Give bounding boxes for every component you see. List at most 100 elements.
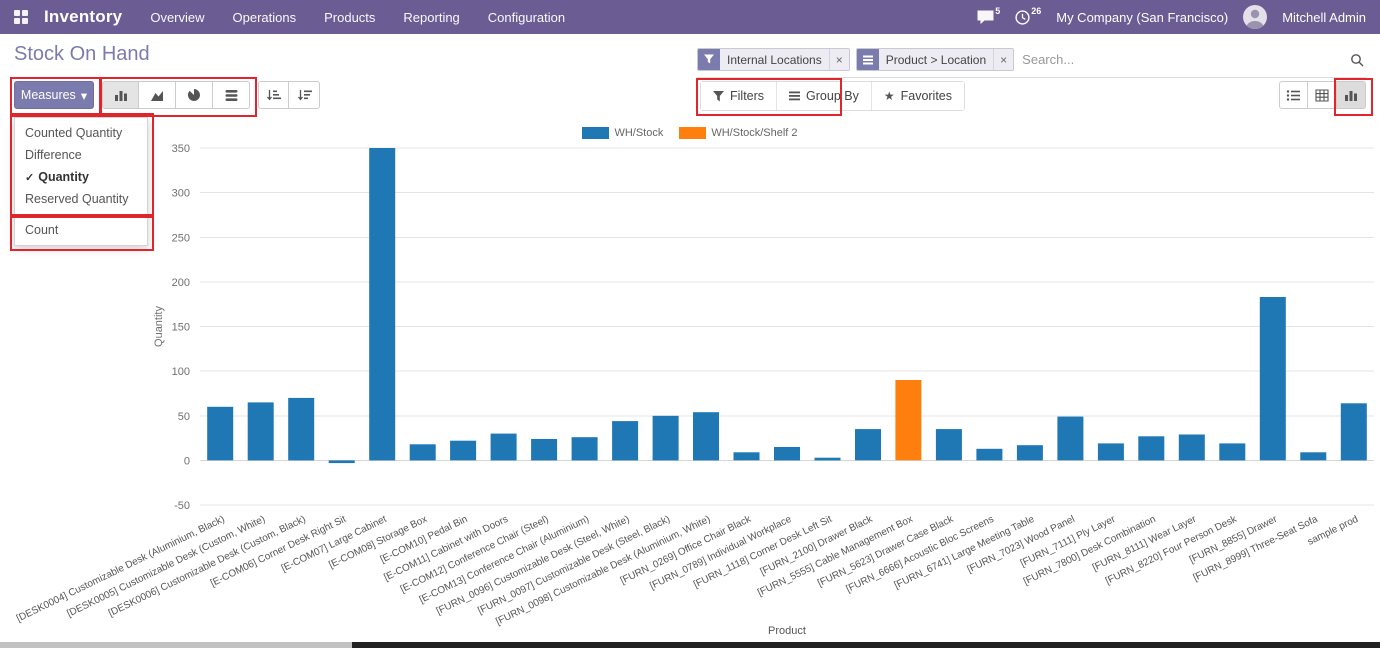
filters-button[interactable]: Filters bbox=[701, 82, 777, 110]
bar-e-com07-large-cabinet[interactable] bbox=[369, 148, 395, 460]
top-navbar: Inventory Overview Operations Products Repo… bbox=[0, 0, 1380, 34]
caret-down-icon: ▾ bbox=[81, 88, 87, 103]
svg-text:-50: -50 bbox=[174, 500, 190, 512]
graph-view-button[interactable] bbox=[1337, 81, 1366, 109]
bar-furn-5623-drawer-case-black[interactable] bbox=[936, 429, 962, 460]
page-title: Stock On Hand bbox=[14, 43, 150, 66]
legend-item-wh-stock-shelf-2[interactable]: WH/Stock/Shelf 2 bbox=[679, 127, 797, 139]
apps-menu-icon[interactable] bbox=[14, 10, 28, 24]
menu-item-overview[interactable]: Overview bbox=[150, 10, 204, 25]
bar-furn-0096-customizable-desk-steel-white[interactable] bbox=[612, 421, 638, 460]
measure-option-reserved-quantity[interactable]: Reserved Quantity bbox=[15, 188, 147, 210]
systray: 5 26 My Company (San Francisco) Mitchell… bbox=[977, 5, 1366, 29]
area-chart-icon bbox=[150, 89, 165, 102]
star-icon: ★ bbox=[884, 90, 895, 102]
group-by-icon bbox=[857, 49, 879, 70]
search-input[interactable] bbox=[1020, 51, 1342, 68]
stacked-toggle-button[interactable] bbox=[213, 81, 250, 109]
app-title[interactable]: Inventory bbox=[44, 7, 122, 27]
bar-e-com11-cabinet-with-doors[interactable] bbox=[491, 434, 517, 461]
bar-desk0004-customizable-desk-aluminium-black[interactable] bbox=[207, 407, 233, 461]
facet-remove-icon[interactable]: × bbox=[993, 49, 1013, 70]
scrollbar-thumb[interactable] bbox=[352, 642, 1380, 648]
bar-furn-8111-wear-layer[interactable] bbox=[1179, 435, 1205, 461]
bar-furn-7111-ply-layer[interactable] bbox=[1098, 443, 1124, 460]
measure-option-counted-quantity[interactable]: Counted Quantity bbox=[15, 122, 147, 144]
bar-furn-8220-four-person-desk[interactable] bbox=[1219, 443, 1245, 460]
bar-furn-8855-drawer[interactable] bbox=[1260, 297, 1286, 460]
bar-furn-1118-corner-desk-left-sit[interactable] bbox=[815, 458, 841, 461]
svg-text:0: 0 bbox=[184, 455, 190, 467]
bar-e-com12-conference-chair-steel[interactable] bbox=[531, 439, 557, 460]
sort-desc-button[interactable] bbox=[289, 81, 320, 109]
bar-chart-type-button[interactable] bbox=[102, 81, 139, 109]
group-by-icon bbox=[789, 91, 800, 101]
measures-label: Measures bbox=[21, 88, 76, 102]
menu-item-operations[interactable]: Operations bbox=[233, 10, 297, 25]
stacked-bars-icon bbox=[225, 89, 238, 102]
company-switcher[interactable]: My Company (San Francisco) bbox=[1056, 10, 1228, 25]
svg-text:300: 300 bbox=[172, 188, 190, 200]
bar-furn-0097-customizable-desk-steel-black[interactable] bbox=[653, 416, 679, 461]
activities-icon[interactable]: 26 bbox=[1015, 10, 1041, 25]
chat-bubble-icon bbox=[977, 10, 994, 25]
messages-icon[interactable]: 5 bbox=[977, 10, 1000, 25]
bar-e-com06-corner-desk-right-sit[interactable] bbox=[329, 460, 355, 463]
bar-furn-6666-acoustic-bloc-screens[interactable] bbox=[976, 449, 1002, 461]
bar-desk0005-customizable-desk-custom-white[interactable] bbox=[248, 402, 274, 460]
legend-item-wh-stock[interactable]: WH/Stock bbox=[582, 127, 663, 139]
horizontal-scrollbar[interactable] bbox=[0, 642, 1380, 648]
filter-icon bbox=[698, 49, 720, 70]
bar-sample-prod[interactable] bbox=[1341, 403, 1367, 460]
bar-furn-0098-customizable-desk-aluminium-white[interactable] bbox=[693, 412, 719, 460]
bar-e-com08-storage-box[interactable] bbox=[410, 444, 436, 460]
bar-furn-6741-large-meeting-table[interactable] bbox=[1017, 445, 1043, 460]
bar-furn-0269-office-chair-black[interactable] bbox=[734, 452, 760, 460]
bar-furn-5555-cable-management-box[interactable] bbox=[895, 380, 921, 460]
bar-desk0006-customizable-desk-custom-black[interactable] bbox=[288, 398, 314, 461]
facet-value: Product > Location bbox=[879, 49, 993, 70]
facet-value: Internal Locations bbox=[720, 49, 829, 70]
svg-text:150: 150 bbox=[172, 322, 190, 334]
list-view-icon bbox=[1286, 89, 1301, 102]
measure-option-count[interactable]: Count bbox=[15, 219, 147, 241]
user-menu[interactable]: Mitchell Admin bbox=[1282, 10, 1366, 25]
measure-option-difference[interactable]: Difference bbox=[15, 144, 147, 166]
search-options: Filters Group By ★ Favorites bbox=[700, 81, 965, 111]
bar-furn-0789-individual-workplace[interactable] bbox=[774, 447, 800, 460]
line-chart-type-button[interactable] bbox=[139, 81, 176, 109]
bar-furn-7023-wood-panel[interactable] bbox=[1057, 417, 1083, 461]
bar-furn-7800-desk-combination[interactable] bbox=[1138, 436, 1164, 460]
svg-text:50: 50 bbox=[178, 411, 190, 423]
measures-button[interactable]: Measures ▾ bbox=[14, 81, 94, 109]
measure-option-quantity[interactable]: ✓Quantity bbox=[15, 166, 147, 188]
bar-e-com10-pedal-bin[interactable] bbox=[450, 441, 476, 461]
chart-type-switcher bbox=[102, 81, 250, 109]
bar-e-com13-conference-chair-aluminium[interactable] bbox=[572, 437, 598, 460]
pie-chart-type-button[interactable] bbox=[176, 81, 213, 109]
group-by-label: Group By bbox=[806, 89, 859, 103]
pivot-view-icon bbox=[1315, 89, 1329, 102]
check-icon: ✓ bbox=[25, 171, 34, 184]
avatar[interactable] bbox=[1243, 5, 1267, 29]
graph-toolbar: Measures ▾ bbox=[14, 81, 320, 109]
facet-remove-icon[interactable]: × bbox=[829, 49, 849, 70]
bar-furn-2100-drawer-black[interactable] bbox=[855, 429, 881, 460]
bar-chart-icon bbox=[114, 89, 128, 102]
menu-item-reporting[interactable]: Reporting bbox=[403, 10, 459, 25]
group-by-button[interactable]: Group By bbox=[777, 82, 872, 110]
list-view-button[interactable] bbox=[1279, 81, 1308, 109]
favorites-button[interactable]: ★ Favorites bbox=[872, 82, 964, 110]
menu-item-products[interactable]: Products bbox=[324, 10, 375, 25]
search-facets: Internal Locations×Product > Location× bbox=[697, 48, 1014, 71]
menu-item-configuration[interactable]: Configuration bbox=[488, 10, 565, 25]
svg-text:250: 250 bbox=[172, 232, 190, 244]
pivot-view-button[interactable] bbox=[1308, 81, 1337, 109]
search-icon[interactable] bbox=[1348, 53, 1366, 67]
search-bar: Internal Locations×Product > Location× bbox=[697, 48, 1366, 78]
svg-text:350: 350 bbox=[172, 143, 190, 155]
sort-asc-button[interactable] bbox=[258, 81, 289, 109]
x-axis-title: Product bbox=[768, 625, 806, 637]
svg-text:100: 100 bbox=[172, 366, 190, 378]
bar-furn-8999-three-seat-sofa[interactable] bbox=[1300, 452, 1326, 460]
